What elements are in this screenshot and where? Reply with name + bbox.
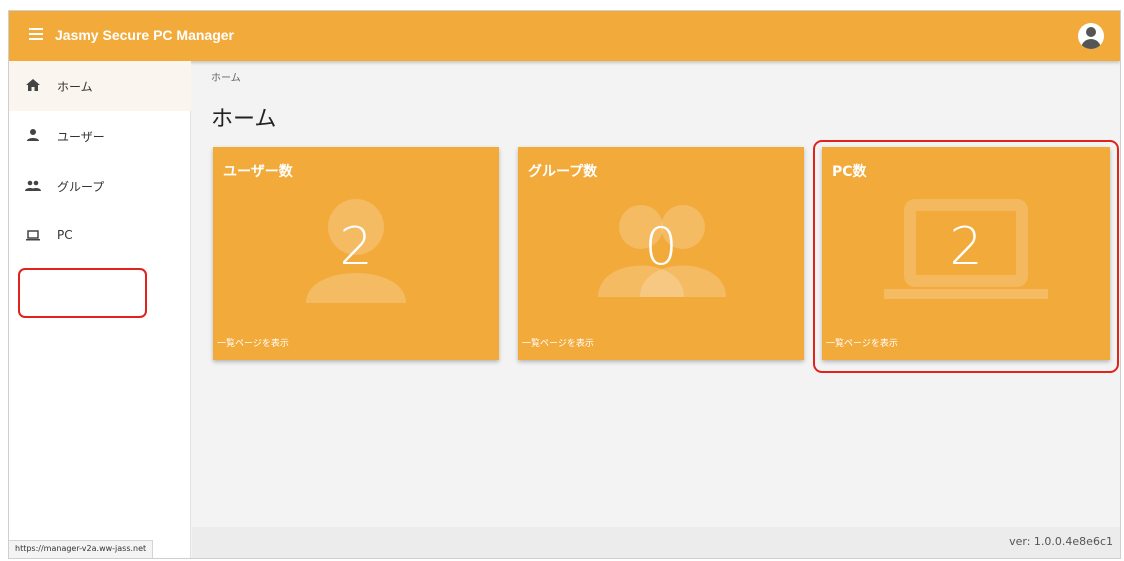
app-title: Jasmy Secure PC Manager (55, 27, 234, 43)
card-count: 2 (949, 217, 983, 277)
page-title: ホーム (211, 107, 277, 132)
sidebar-item-groups[interactable]: グループ (9, 161, 191, 211)
sidebar-item-label: PC (57, 228, 73, 242)
status-url: https://manager-v2a.ww-jass.net (9, 540, 154, 558)
footer: ver: 1.0.0.4e8e6c1 (192, 527, 1120, 558)
home-icon (26, 79, 40, 91)
pc-count-card[interactable]: PC数 2 一覧ページを表示 (822, 147, 1110, 360)
highlight-box (18, 268, 147, 318)
sidebar-item-home[interactable]: ホーム (9, 61, 191, 111)
card-count: 0 (644, 217, 678, 277)
person-icon (27, 129, 39, 141)
sidebar-item-users[interactable]: ユーザー (9, 111, 191, 161)
group-count-card[interactable]: グループ数 0 一覧ページを表示 (518, 147, 804, 360)
version-label: ver: 1.0.0.4e8e6c1 (1009, 535, 1113, 548)
group-icon (25, 180, 41, 191)
breadcrumb: ホーム (211, 73, 241, 84)
card-count: 2 (339, 217, 373, 277)
app-window: Jasmy Secure PC Manager ホーム ユーザー グループ PC… (8, 10, 1121, 559)
sidebar-item-pc[interactable]: PC (9, 211, 191, 261)
sidebar-item-label: ホーム (57, 80, 93, 94)
app-bar: Jasmy Secure PC Manager (9, 11, 1120, 61)
account-icon[interactable] (1078, 23, 1104, 49)
menu-icon[interactable] (29, 28, 43, 42)
laptop-icon (26, 230, 40, 241)
sidebar-item-label: グループ (57, 180, 105, 194)
sidebar-item-label: ユーザー (57, 130, 105, 144)
user-count-card[interactable]: ユーザー数 2 一覧ページを表示 (213, 147, 499, 360)
sidebar: ホーム ユーザー グループ PC https://manager-v2a.ww-… (9, 61, 191, 558)
